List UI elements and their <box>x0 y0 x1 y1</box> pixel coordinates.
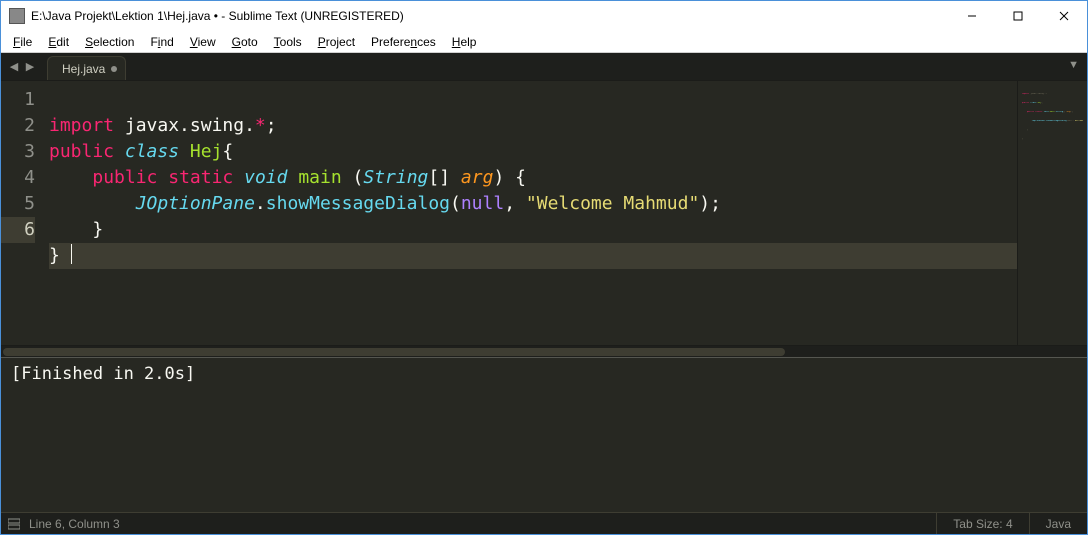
nav-forward-icon[interactable]: ▶ <box>23 60 37 74</box>
build-output-panel[interactable]: [Finished in 2.0s] <box>1 357 1087 512</box>
tab-label: Hej.java <box>62 62 105 76</box>
tab-bar: ◀ ▶ Hej.java ▼ <box>1 53 1087 81</box>
menu-label: View <box>190 35 216 49</box>
menu-label: File <box>13 35 32 49</box>
panel-switcher-icon[interactable] <box>7 517 21 531</box>
code-line: import javax.swing.*; <box>49 113 1017 139</box>
code-line: } <box>49 243 1017 269</box>
cursor-position[interactable]: Line 6, Column 3 <box>29 517 120 531</box>
line-number: 1 <box>24 89 35 110</box>
editor-wrap: 1 2 3 4 5 6 import javax.swing.*;public … <box>1 81 1087 512</box>
window-title: E:\Java Projekt\Lektion 1\Hej.java • - S… <box>31 9 949 23</box>
minimap[interactable]: import javax.swing.*; public class Hej{ … <box>1017 81 1087 345</box>
menu-goto[interactable]: Goto <box>224 33 266 51</box>
menu-help[interactable]: Help <box>444 33 485 51</box>
maximize-button[interactable] <box>995 1 1041 31</box>
tab-nav-arrows: ◀ ▶ <box>7 60 37 74</box>
code-line: } <box>49 217 1017 243</box>
close-button[interactable] <box>1041 1 1087 31</box>
scrollbar-thumb[interactable] <box>3 348 785 356</box>
window-controls <box>949 1 1087 31</box>
line-number: 6 <box>1 217 35 243</box>
menu-label: Help <box>452 35 477 49</box>
menu-preferences[interactable]: Preferences <box>363 33 444 51</box>
horizontal-scrollbar[interactable] <box>1 345 1087 357</box>
menu-label: Find <box>150 35 173 49</box>
line-number: 2 <box>24 115 35 136</box>
syntax-mode[interactable]: Java <box>1029 513 1087 534</box>
menu-label: Project <box>318 35 355 49</box>
line-number: 3 <box>24 141 35 162</box>
menu-label: Preferences <box>371 35 436 49</box>
tab-hej-java[interactable]: Hej.java <box>47 56 126 80</box>
minimize-button[interactable] <box>949 1 995 31</box>
window-titlebar: E:\Java Projekt\Lektion 1\Hej.java • - S… <box>1 1 1087 31</box>
menu-tools[interactable]: Tools <box>266 33 310 51</box>
build-output-text: [Finished in 2.0s] <box>11 364 195 384</box>
menu-find[interactable]: Find <box>142 33 181 51</box>
menu-project[interactable]: Project <box>310 33 363 51</box>
menu-label: Tools <box>274 35 302 49</box>
tab-overflow-icon[interactable]: ▼ <box>1068 59 1079 71</box>
status-bar: Line 6, Column 3 Tab Size: 4 Java <box>1 512 1087 534</box>
nav-back-icon[interactable]: ◀ <box>7 60 21 74</box>
app-icon <box>9 8 25 24</box>
code-area[interactable]: import javax.swing.*;public class Hej{ p… <box>43 81 1017 345</box>
close-icon <box>1059 11 1069 21</box>
menu-view[interactable]: View <box>182 33 224 51</box>
menu-label: Edit <box>48 35 69 49</box>
menu-file[interactable]: File <box>5 33 40 51</box>
minimize-icon <box>967 11 977 21</box>
line-gutter: 1 2 3 4 5 6 <box>1 81 43 345</box>
menu-label: Goto <box>232 35 258 49</box>
maximize-icon <box>1013 11 1023 21</box>
code-line: public static void main (String[] arg) { <box>49 165 1017 191</box>
line-number: 5 <box>24 193 35 214</box>
menu-selection[interactable]: Selection <box>77 33 142 51</box>
code-editor[interactable]: 1 2 3 4 5 6 import javax.swing.*;public … <box>1 81 1087 345</box>
tab-size[interactable]: Tab Size: 4 <box>936 513 1028 534</box>
menu-edit[interactable]: Edit <box>40 33 77 51</box>
menu-label: Selection <box>85 35 134 49</box>
menu-bar: File Edit Selection Find View Goto Tools… <box>1 31 1087 53</box>
code-line: JOptionPane.showMessageDialog(null, "Wel… <box>49 191 1017 217</box>
text-cursor <box>71 244 72 264</box>
dirty-indicator-icon <box>111 66 117 72</box>
code-line: public class Hej{ <box>49 139 1017 165</box>
line-number: 4 <box>24 167 35 188</box>
